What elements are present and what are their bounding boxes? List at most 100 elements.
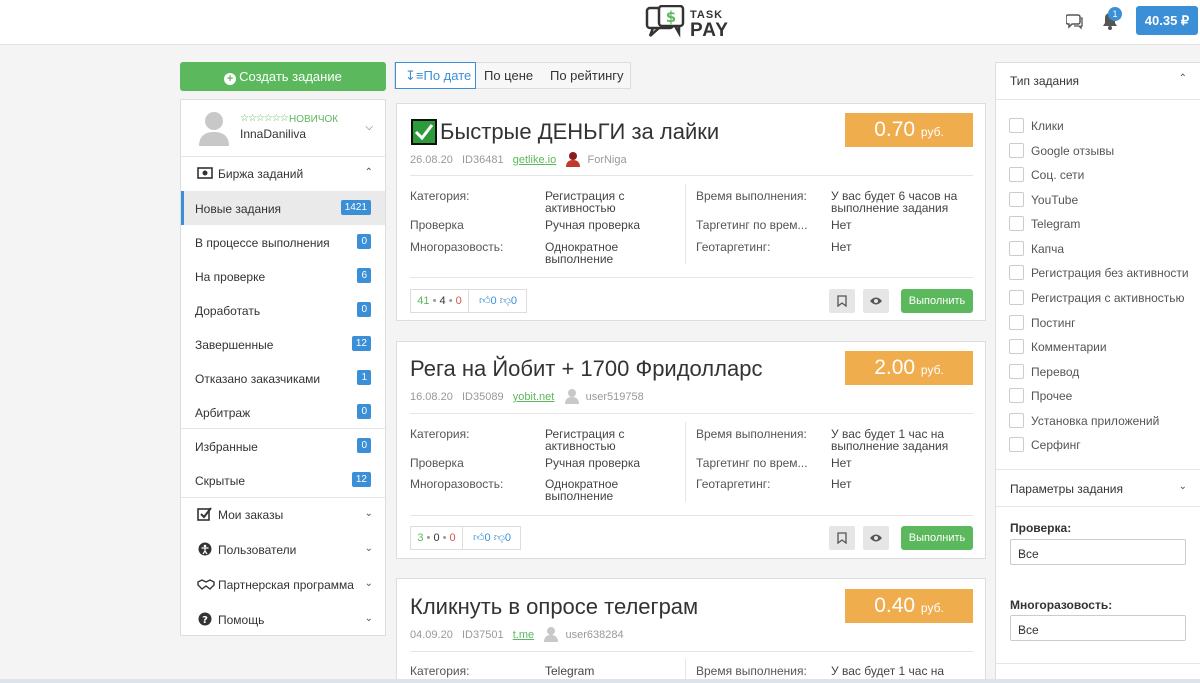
- thumbs-up-icon[interactable]: 👍︎: [473, 532, 485, 544]
- task-site-link[interactable]: t.me: [513, 629, 534, 641]
- filter-checkbox[interactable]: [1009, 192, 1024, 207]
- filter-checkbox[interactable]: [1009, 364, 1024, 379]
- repeat-label: Многоразовость:: [410, 477, 504, 491]
- sidebar-item-rejected[interactable]: Отказано заказчиками 1: [181, 361, 385, 395]
- filter-option-label[interactable]: Google отзывы: [1031, 144, 1114, 158]
- filter-checkbox[interactable]: [1009, 241, 1024, 256]
- handshake-icon: [197, 579, 215, 590]
- task-price: 0.40 руб.: [845, 589, 973, 623]
- task-title[interactable]: Кликнуть в опросе телеграм: [410, 594, 698, 620]
- hide-button[interactable]: [863, 289, 889, 313]
- filter-option-label[interactable]: Прочее: [1031, 389, 1072, 403]
- bookmark-button[interactable]: [829, 289, 855, 313]
- filter-type-header[interactable]: Тип задания ⌃: [996, 63, 1200, 99]
- sidebar-item-on-review[interactable]: На проверке 6: [181, 259, 385, 293]
- filter-checkbox[interactable]: [1009, 167, 1024, 182]
- targeting-time-label: Таргетинг по врем...: [696, 456, 808, 470]
- section-help[interactable]: ? Помощь ⌄: [181, 603, 385, 637]
- thumbs-up-icon[interactable]: 👍︎: [479, 295, 491, 307]
- time-value: У вас будет 1 час на: [831, 664, 945, 678]
- section-partner-program[interactable]: Партнерская программа ⌄: [181, 568, 385, 602]
- task-author[interactable]: user638284: [565, 629, 623, 641]
- sidebar-item-completed[interactable]: Завершенные 12: [181, 327, 385, 361]
- time-value: У вас будет 6 часов на выполнение задани…: [831, 189, 958, 215]
- balance-button[interactable]: 40.35 ₽: [1136, 6, 1198, 35]
- task-site-link[interactable]: getlike.io: [513, 154, 556, 166]
- sort-by-price[interactable]: По цене: [484, 63, 533, 88]
- sidebar-item-label: Отказано заказчиками: [195, 372, 321, 386]
- filter-option-label[interactable]: Клики: [1031, 119, 1064, 133]
- section-users[interactable]: Пользователи ⌄: [181, 533, 385, 567]
- taskpay-logo[interactable]: $ TASK PAY: [645, 5, 735, 41]
- filter-option-label[interactable]: Регистрация с активностью: [1031, 291, 1185, 305]
- execute-button[interactable]: Выполнить: [901, 526, 973, 550]
- check-mark-icon: [411, 119, 437, 145]
- section-label: Партнерская программа: [218, 578, 354, 592]
- section-my-orders[interactable]: Мои заказы ⌄: [181, 498, 385, 532]
- filter-option-label[interactable]: Регистрация без активности: [1031, 266, 1189, 280]
- task-site-link[interactable]: yobit.net: [513, 391, 555, 403]
- create-task-button[interactable]: + Создать задание: [180, 62, 386, 91]
- task-title[interactable]: Быстрые ДЕНЬГИ за лайки: [440, 119, 719, 145]
- sort-by-rating[interactable]: По рейтингу: [550, 63, 624, 88]
- sidebar-item-arbitration[interactable]: Арбитраж 0: [181, 395, 385, 429]
- sort-by-date[interactable]: ↧≡По дате: [395, 62, 476, 89]
- execute-button[interactable]: Выполнить: [901, 289, 973, 313]
- task-title[interactable]: Рега на Йобит + 1700 Фридолларс: [410, 356, 762, 382]
- filter-option-label[interactable]: Перевод: [1031, 365, 1079, 379]
- count-badge: 1: [357, 370, 371, 385]
- sidebar-item-in-progress[interactable]: В процессе выполнения 0: [181, 225, 385, 259]
- checkbox-checked-icon: [197, 507, 212, 521]
- task-author[interactable]: user519758: [586, 391, 644, 403]
- check-value: Ручная проверка: [545, 218, 641, 232]
- price-currency: руб.: [920, 125, 944, 139]
- price-value: 0.70: [874, 118, 916, 141]
- thumbs-down-icon[interactable]: 👎︎: [500, 295, 511, 307]
- horizontal-scrollbar[interactable]: [0, 679, 1200, 683]
- filter-checkbox[interactable]: [1009, 388, 1024, 403]
- filter-checkbox[interactable]: [1009, 413, 1024, 428]
- filter-checkbox[interactable]: [1009, 315, 1024, 330]
- filter-checkbox[interactable]: [1009, 437, 1024, 452]
- filter-option-label[interactable]: Комментарии: [1031, 340, 1107, 354]
- eye-icon: [870, 534, 882, 542]
- section-task-exchange[interactable]: Биржа заданий ⌃: [181, 157, 385, 191]
- filter-option-label[interactable]: YouTube: [1031, 193, 1078, 207]
- filter-checkbox[interactable]: [1009, 265, 1024, 280]
- filter-checkbox[interactable]: [1009, 339, 1024, 354]
- thumbs-down-icon[interactable]: 👎︎: [494, 532, 505, 544]
- create-task-label: Создать задание: [239, 69, 342, 84]
- user-profile[interactable]: ☆☆☆☆☆☆ НОВИЧОК InnaDaniliva ⌵: [181, 100, 385, 156]
- category-label: Категория:: [410, 664, 470, 678]
- chat-icon[interactable]: [1065, 12, 1084, 33]
- filter-option-label[interactable]: Telegram: [1031, 217, 1080, 231]
- top-bar: $ TASK PAY 1 40.35 ₽: [0, 0, 1200, 45]
- filter-params-header[interactable]: Параметры задания ⌄: [996, 470, 1200, 506]
- help-icon: ?: [198, 612, 212, 626]
- filter-checkbox[interactable]: [1009, 143, 1024, 158]
- geo-value: Нет: [831, 240, 852, 254]
- filter-option-label[interactable]: Капча: [1031, 242, 1064, 256]
- check-filter-select[interactable]: Все ⌄: [1010, 539, 1186, 565]
- sidebar-item-favorites[interactable]: Избранные 0: [181, 429, 385, 463]
- hide-button[interactable]: [863, 526, 889, 550]
- sort-desc-icon: ↧≡: [405, 68, 424, 83]
- rating-stars: ☆☆☆☆☆☆: [240, 113, 289, 124]
- repeat-filter-select[interactable]: Все ⌄: [1010, 615, 1186, 641]
- filter-checkbox[interactable]: [1009, 290, 1024, 305]
- sidebar-item-hidden[interactable]: Скрытые 12: [181, 463, 385, 497]
- filter-type-title: Тип задания: [1010, 74, 1080, 88]
- task-author[interactable]: ForNiga: [587, 154, 626, 166]
- task-date: 26.08.20: [410, 154, 453, 166]
- time-label: Время выполнения:: [696, 189, 807, 203]
- filter-option-label[interactable]: Установка приложений: [1031, 414, 1159, 428]
- sidebar-item-rework[interactable]: Доработать 0: [181, 293, 385, 327]
- filter-checkbox[interactable]: [1009, 216, 1024, 231]
- filter-option-label[interactable]: Соц. сети: [1031, 168, 1084, 182]
- filter-checkbox[interactable]: [1009, 118, 1024, 133]
- divider: [996, 99, 1200, 100]
- filter-option-label[interactable]: Постинг: [1031, 316, 1076, 330]
- sidebar-item-new-tasks[interactable]: Новые задания 1421: [181, 191, 385, 225]
- bookmark-button[interactable]: [829, 526, 855, 550]
- filter-option-label[interactable]: Серфинг: [1031, 438, 1081, 452]
